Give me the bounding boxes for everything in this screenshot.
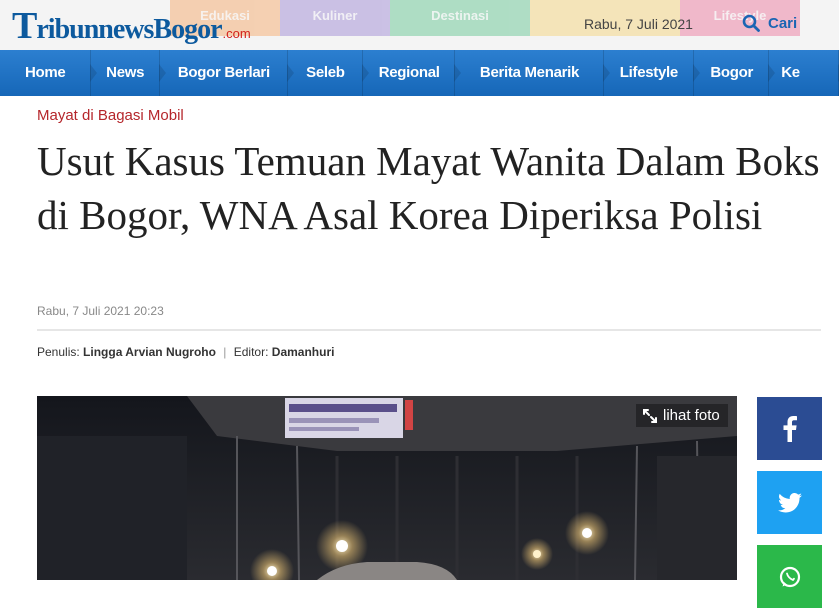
publish-time: Rabu, 7 Juli 2021 20:23	[37, 304, 164, 318]
share-whatsapp-button[interactable]	[757, 545, 822, 608]
nav-item-berita-menarik[interactable]: Berita Menarik	[455, 50, 610, 96]
nav-item-bogor-berlari[interactable]: Bogor Berlari	[160, 50, 294, 96]
nav-item-seleb[interactable]: Seleb	[288, 50, 370, 96]
nav-item-home[interactable]: Home	[0, 50, 96, 96]
article-kicker[interactable]: Mayat di Bagasi Mobil	[37, 107, 184, 124]
search-label: Cari	[768, 14, 798, 32]
share-facebook-button[interactable]	[757, 397, 822, 460]
search-button[interactable]: Cari	[742, 14, 797, 32]
view-photo-button[interactable]: lihat foto	[636, 404, 728, 427]
editor-label: Editor:	[233, 345, 269, 359]
article-title: Usut Kasus Temuan Mayat Wanita Dalam Bok…	[37, 138, 820, 238]
site-logo[interactable]: Tribun newsBogor .com	[12, 4, 251, 47]
article-photo[interactable]	[37, 396, 737, 580]
category-tab-destinasi[interactable]: Destinasi	[390, 0, 530, 36]
nav-item-more[interactable]: Ke	[769, 50, 839, 96]
twitter-icon	[777, 492, 802, 512]
logo-tribun: ribun	[36, 14, 99, 45]
logo-dotcom: .com	[222, 26, 251, 41]
nav-item-regional[interactable]: Regional	[363, 50, 462, 96]
writer-label: Penulis:	[37, 345, 80, 359]
nav-item-news[interactable]: News	[91, 50, 167, 96]
nav-item-lifestyle[interactable]: Lifestyle	[604, 50, 700, 96]
writer-name[interactable]: Lingga Arvian Nugroho	[83, 345, 216, 359]
header-date: Rabu, 7 Juli 2021	[584, 16, 693, 32]
facebook-icon	[783, 415, 797, 442]
nav-item-bogor[interactable]: Bogor	[694, 50, 776, 96]
main-nav: Home News Bogor Berlari Seleb Regional B…	[0, 50, 839, 96]
logo-newsbogor: newsBogor	[98, 14, 222, 45]
editor-name[interactable]: Damanhuri	[272, 345, 335, 359]
category-strip: Edukasi Kuliner Destinasi Lifestyle	[170, 0, 800, 36]
category-tab-kuliner[interactable]: Kuliner	[280, 0, 390, 36]
article-credits: Penulis: Lingga Arvian Nugroho | Editor:…	[37, 345, 334, 359]
expand-icon	[643, 408, 657, 423]
logo-letter: T	[12, 5, 37, 47]
divider	[37, 329, 821, 331]
view-photo-label: lihat foto	[663, 407, 720, 424]
whatsapp-icon	[779, 566, 800, 587]
credit-separator: |	[223, 345, 227, 359]
site-header: Edukasi Kuliner Destinasi Lifestyle Trib…	[0, 0, 839, 50]
share-twitter-button[interactable]	[757, 471, 822, 534]
night-garage-image	[37, 396, 737, 580]
search-icon	[742, 14, 760, 32]
